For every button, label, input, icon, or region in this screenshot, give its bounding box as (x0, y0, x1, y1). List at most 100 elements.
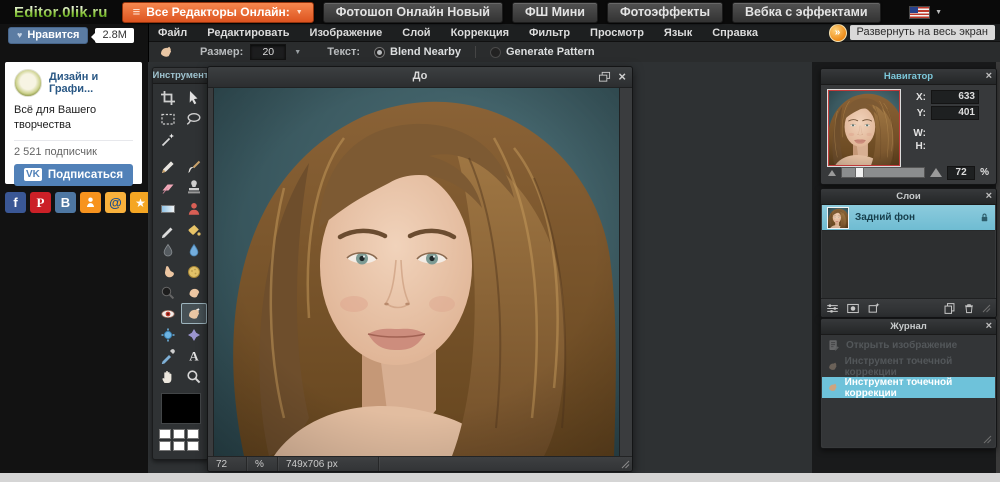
language-selector[interactable]: ▼ (909, 6, 942, 19)
pinch-icon (186, 327, 202, 343)
image-dimensions-label: 749x706 px (278, 457, 379, 471)
tool-sharpen[interactable] (181, 240, 207, 261)
pattern-swatch[interactable] (173, 429, 185, 439)
new-layer-icon[interactable] (867, 302, 881, 315)
pinterest-icon[interactable]: P (30, 192, 51, 213)
blend-nearby-radio[interactable] (374, 47, 385, 58)
all-editors-dropdown-button[interactable]: ≡ Все Редакторы Онлайн: ▼ (122, 2, 314, 23)
mailru-icon[interactable]: @ (105, 192, 126, 213)
zoom-slider-handle[interactable] (855, 167, 864, 178)
close-panel-icon[interactable]: × (986, 69, 992, 83)
menu-help[interactable]: Справка (702, 27, 768, 39)
layer-row-background[interactable]: Задний фон (822, 205, 995, 231)
tool-sponge[interactable] (181, 261, 207, 282)
tool-dodge[interactable] (181, 282, 207, 303)
tool-color-replace[interactable] (181, 198, 207, 219)
subscribe-button[interactable]: VK Подписаться (14, 164, 133, 186)
tool-marquee[interactable] (155, 108, 181, 129)
zoom-out-icon[interactable] (828, 170, 836, 176)
navigator-thumbnail[interactable] (828, 90, 900, 166)
zoom-value-box[interactable]: 72 (208, 457, 247, 471)
layer-mask-icon[interactable] (846, 302, 860, 315)
delete-layer-icon[interactable] (963, 302, 975, 315)
site-logo[interactable]: Editor.0lik.ru (14, 4, 108, 21)
vk-icon[interactable]: В (55, 192, 76, 213)
webcam-effects-button[interactable]: Вебка с эффектами (732, 2, 880, 23)
wand-icon (160, 132, 176, 148)
history-item-spot-heal-2[interactable]: Инструмент точечной коррекции (822, 377, 995, 398)
menu-layer[interactable]: Слой (392, 27, 440, 39)
tool-burn[interactable] (155, 282, 181, 303)
tool-spot-heal[interactable] (181, 303, 207, 324)
photo-effects-button[interactable]: Фотоэффекты (607, 2, 723, 23)
pattern-swatch[interactable] (159, 429, 171, 439)
history-item-open-image[interactable]: Открыть изображение (822, 335, 995, 356)
pattern-swatch[interactable] (159, 441, 171, 451)
spot-heal-icon (827, 381, 839, 394)
tool-eraser[interactable] (155, 177, 181, 198)
photoshop-online-new-label: Фотошоп Онлайн Новый (336, 5, 490, 19)
document-title-bar[interactable]: До × (208, 67, 632, 88)
tool-gradient[interactable] (155, 198, 181, 219)
tool-pencil[interactable] (155, 156, 181, 177)
eraser-icon (160, 180, 176, 196)
tool-wand[interactable] (155, 129, 181, 150)
generate-pattern-radio[interactable] (490, 47, 501, 58)
panel-resize-handle[interactable] (983, 435, 992, 444)
tool-zoom[interactable] (181, 366, 207, 387)
tool-pinch[interactable] (181, 324, 207, 345)
all-editors-label: Все Редакторы Онлайн: (146, 5, 289, 19)
window-resize-handle[interactable] (621, 460, 630, 469)
tool-lasso[interactable] (181, 108, 207, 129)
community-name-link[interactable]: Дизайн и Графи... (49, 71, 133, 95)
zoom-slider[interactable] (841, 167, 925, 178)
panel-resize-handle[interactable] (982, 304, 991, 313)
generate-pattern-option[interactable]: Generate Pattern (506, 46, 595, 58)
restore-window-icon[interactable] (598, 71, 611, 83)
close-window-icon[interactable]: × (618, 70, 626, 83)
navigator-zoom-value[interactable]: 72 (947, 166, 975, 180)
menu-edit[interactable]: Редактировать (197, 27, 299, 39)
history-item-spot-heal-1[interactable]: Инструмент точечной коррекции (822, 356, 995, 377)
blend-nearby-option[interactable]: Blend Nearby (390, 46, 461, 58)
tool-colorpicker[interactable] (155, 345, 181, 366)
duplicate-layer-icon[interactable] (943, 302, 956, 315)
zoom-in-icon[interactable] (930, 168, 942, 177)
menu-view[interactable]: Просмотр (580, 27, 654, 39)
close-panel-icon[interactable]: × (986, 189, 992, 203)
close-panel-icon[interactable]: × (986, 319, 992, 333)
tool-clone-stamp[interactable] (181, 177, 207, 198)
tool-blur[interactable] (155, 240, 181, 261)
menu-adjustment[interactable]: Коррекция (441, 27, 519, 39)
facebook-icon[interactable]: f (5, 192, 26, 213)
fullscreen-icon[interactable]: » (829, 24, 847, 42)
tool-hand[interactable] (155, 366, 181, 387)
tool-pen[interactable] (155, 219, 181, 240)
menu-language[interactable]: Язык (654, 27, 702, 39)
tool-type[interactable]: A (181, 345, 207, 366)
tool-smudge[interactable] (155, 261, 181, 282)
tool-bucket[interactable] (181, 219, 207, 240)
pattern-swatch[interactable] (187, 429, 199, 439)
tool-crop[interactable] (155, 87, 181, 108)
menu-file[interactable]: Файл (148, 27, 197, 39)
size-value-input[interactable]: 20 (250, 44, 286, 60)
tool-move[interactable] (181, 87, 207, 108)
layer-styles-icon[interactable] (826, 302, 839, 315)
size-caret-icon[interactable]: ▼ (294, 49, 301, 56)
menu-image[interactable]: Изображение (300, 27, 393, 39)
color-swatch[interactable] (162, 394, 200, 423)
hand-icon (160, 369, 176, 385)
tool-bloat[interactable] (155, 324, 181, 345)
photoshop-online-new-button[interactable]: Фотошоп Онлайн Новый (323, 2, 503, 23)
pattern-swatch[interactable] (173, 441, 185, 451)
menu-filter[interactable]: Фильтр (519, 27, 580, 39)
tool-brush[interactable] (181, 156, 207, 177)
odnoklassniki-icon[interactable] (80, 192, 101, 213)
canvas-image[interactable] (214, 88, 619, 456)
like-button[interactable]: ♥ Нравится (8, 27, 88, 44)
tool-red-eye[interactable] (155, 303, 181, 324)
fullscreen-button[interactable]: Развернуть на весь экран (850, 25, 995, 40)
fsh-mini-button[interactable]: ФШ Мини (512, 2, 598, 23)
pattern-swatch[interactable] (187, 441, 199, 451)
